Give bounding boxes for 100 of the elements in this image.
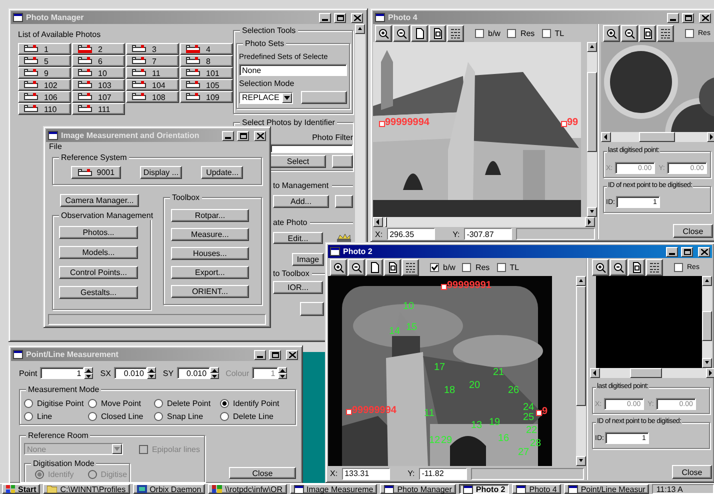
mode-dropdown[interactable]: REPLACE xyxy=(239,92,293,104)
raster-button[interactable] xyxy=(657,24,674,42)
toolbox-button[interactable]: Measure... xyxy=(170,228,249,241)
minimize-button[interactable] xyxy=(222,130,234,140)
toolbox-button[interactable]: Export... xyxy=(170,266,249,279)
photo-button[interactable]: 111 xyxy=(72,103,125,115)
scroll-thumb[interactable] xyxy=(587,72,597,152)
scroll-thumb[interactable] xyxy=(385,217,387,227)
remove-button[interactable] xyxy=(335,195,353,208)
scroll-thumb[interactable] xyxy=(630,368,662,378)
set-field[interactable]: None xyxy=(239,64,347,76)
radio-option[interactable]: Line xyxy=(24,412,88,421)
minimize-button[interactable] xyxy=(319,12,331,22)
photo-button[interactable]: 6 xyxy=(72,55,125,67)
checkbox[interactable]: Res xyxy=(507,28,535,38)
edit-button[interactable]: Edit... xyxy=(273,232,323,244)
photo-button[interactable]: 4 xyxy=(180,43,233,55)
camera-manager-button[interactable]: Camera Manager... xyxy=(60,194,139,207)
ior-button[interactable]: IOR... xyxy=(273,281,323,294)
radio-option[interactable]: Identify Point xyxy=(220,399,293,408)
page-button[interactable] xyxy=(411,24,428,42)
scrollbar[interactable] xyxy=(576,276,586,466)
photo-button[interactable]: 107 xyxy=(72,91,125,103)
filter-field[interactable] xyxy=(270,144,353,153)
toolbox-button[interactable]: ORIENT... xyxy=(170,285,249,298)
photo-button[interactable]: 2 xyxy=(72,43,125,55)
taskbar-button[interactable]: Photo 4 xyxy=(512,484,561,494)
select-button[interactable]: Select xyxy=(270,155,326,168)
raster-button[interactable] xyxy=(447,24,464,42)
taskbar-button[interactable]: Photo 2 xyxy=(458,484,510,494)
photo-button[interactable]: 101 xyxy=(180,67,233,79)
zoom-out-button[interactable] xyxy=(610,258,627,276)
close-button[interactable] xyxy=(254,130,266,140)
radio-option[interactable]: Move Point xyxy=(88,399,154,408)
taskbar-button[interactable]: Photo Manager xyxy=(380,484,456,494)
checkbox[interactable]: Res xyxy=(462,262,490,272)
radio-option[interactable]: Delete Point xyxy=(154,399,220,408)
fit-button[interactable] xyxy=(628,258,645,276)
photo-button[interactable]: 103 xyxy=(72,79,125,91)
close-button[interactable]: Close xyxy=(229,467,296,479)
close-button[interactable] xyxy=(698,246,710,256)
photo-button[interactable]: 108 xyxy=(126,91,179,103)
image-button[interactable]: Image xyxy=(292,253,324,266)
taskbar-button[interactable]: Orbix Daemon xyxy=(132,484,206,494)
scroll-arrow-button[interactable] xyxy=(707,132,714,142)
number-field[interactable]: 1 xyxy=(40,367,84,379)
number-field[interactable]: 0.010 xyxy=(114,367,147,379)
radio-option[interactable]: Delete Line xyxy=(220,412,293,421)
scroll-arrow-button[interactable] xyxy=(706,368,714,378)
zoom-in-button[interactable] xyxy=(330,258,347,276)
maximize-button[interactable] xyxy=(269,350,281,360)
minimize-button[interactable] xyxy=(666,246,678,256)
raster-button[interactable] xyxy=(646,258,663,276)
reference-button[interactable]: Update... xyxy=(201,166,244,179)
scroll-arrow-button[interactable] xyxy=(576,456,586,466)
maximize-button[interactable] xyxy=(237,130,249,140)
checkbox[interactable]: TL xyxy=(496,262,520,272)
photo-button[interactable]: 1 xyxy=(18,43,71,55)
photo-button[interactable]: 104 xyxy=(126,79,179,91)
scroll-thumb[interactable] xyxy=(639,132,675,142)
scrollbar[interactable] xyxy=(601,132,714,142)
zoom-in-button[interactable] xyxy=(375,24,392,42)
scroll-thumb[interactable] xyxy=(576,286,586,406)
spin-button[interactable] xyxy=(84,367,94,379)
observation-button[interactable]: Photos... xyxy=(59,226,138,239)
raster-button[interactable] xyxy=(402,258,419,276)
checkbox[interactable]: TL xyxy=(542,28,564,38)
taskbar-button[interactable]: \\rotpdc\infw\OR xyxy=(208,484,287,494)
spin-button[interactable] xyxy=(210,367,219,379)
minimize-button[interactable] xyxy=(254,350,266,360)
reference-button[interactable]: Display ... xyxy=(140,166,182,179)
photo-button[interactable]: 105 xyxy=(180,79,233,91)
maximize-button[interactable] xyxy=(681,246,693,256)
checkbox[interactable]: b/w xyxy=(475,28,500,38)
fit-button[interactable] xyxy=(429,24,446,42)
add-button[interactable]: Add... xyxy=(273,195,329,208)
minimize-button[interactable] xyxy=(667,12,679,22)
photo-button[interactable]: 106 xyxy=(18,91,71,103)
observation-button[interactable]: Models... xyxy=(59,246,138,259)
close-button[interactable] xyxy=(286,350,298,360)
taskbar-button[interactable]: C:\WINNT\Profiles xyxy=(43,484,130,494)
scroll-arrow-button[interactable] xyxy=(587,207,597,217)
fit-button[interactable] xyxy=(384,258,401,276)
scroll-arrow-button[interactable] xyxy=(587,42,597,52)
zoom-in-button[interactable] xyxy=(592,258,609,276)
observation-button[interactable]: Gestalts... xyxy=(59,286,138,299)
fit-button[interactable] xyxy=(639,24,656,42)
scrollbar[interactable] xyxy=(373,217,595,227)
camera-button[interactable]: 9001 xyxy=(70,166,121,179)
spin-button[interactable] xyxy=(278,367,288,379)
clear-button[interactable] xyxy=(332,155,353,168)
scrollbar[interactable] xyxy=(590,368,714,378)
photo-button[interactable]: 3 xyxy=(126,43,179,55)
close-button[interactable]: Close xyxy=(673,224,713,238)
radio-option[interactable]: Digitise Point xyxy=(24,399,88,408)
toolbox-button[interactable]: Houses... xyxy=(170,247,249,260)
scroll-arrow-button[interactable] xyxy=(702,276,712,286)
photo-button[interactable]: 8 xyxy=(180,55,233,67)
maximize-button[interactable] xyxy=(682,12,694,22)
scroll-arrow-button[interactable] xyxy=(355,24,365,34)
